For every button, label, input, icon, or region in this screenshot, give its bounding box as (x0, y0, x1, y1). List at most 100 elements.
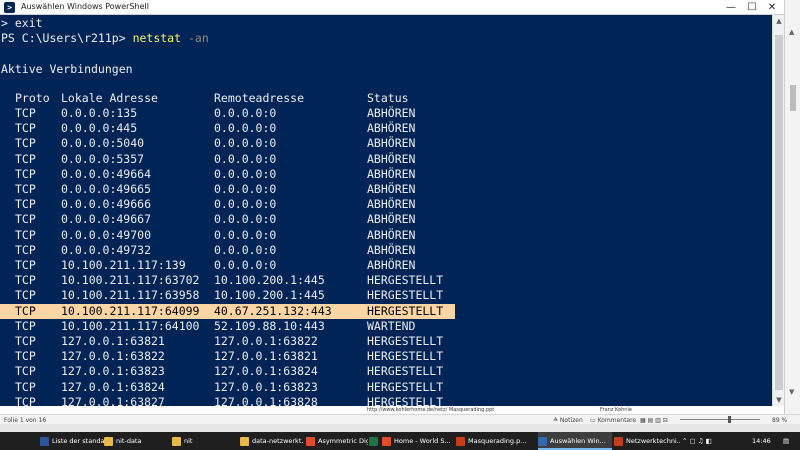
scroll-thumb[interactable] (790, 85, 796, 111)
cell-remote-address: 0.0.0.0:0 (214, 197, 277, 212)
taskbar-item[interactable]: Masquerading.p... (456, 432, 536, 450)
cell-proto: TCP (15, 379, 36, 394)
taskbar-item[interactable]: nit-data (104, 432, 172, 450)
cell-proto: TCP (15, 258, 36, 272)
taskbar-item-label: data-netzwerkt... (252, 437, 304, 445)
cell-remote-address: 127.0.0.1:63822 (214, 334, 318, 348)
table-row: TCP 10.100.211.117:64100 52.109.88.10:443 W… (0, 319, 455, 334)
view-buttons[interactable]: ▦ ▤ ▥ ⊟ (640, 417, 668, 424)
cell-remote-address: 127.0.0.1:63828 (214, 394, 318, 406)
slide-footer-url: http://www.kohlerhome.de/netz/ Masquerad… (367, 407, 495, 413)
taskbar-item[interactable] (369, 432, 381, 450)
scroll-down-arrow-icon[interactable]: ▼ (789, 388, 794, 396)
system-tray-icons[interactable]: ⌃ ▢ ♫ ◧ (682, 432, 712, 450)
cell-remote-address: 0.0.0.0:0 (214, 182, 277, 196)
taskbar-item[interactable]: Liste der standa... (40, 432, 104, 450)
close-button[interactable]: ✕ (757, 0, 787, 15)
cell-local-address: 0.0.0.0:5357 (61, 151, 145, 166)
table-row: TCP 127.0.0.1:63827 127.0.0.1:63828 HERGEST… (0, 395, 455, 406)
cell-status: HERGESTELLT (367, 303, 444, 318)
cell-status: ABHÖREN (367, 136, 416, 151)
cell-proto: TCP (15, 121, 36, 136)
taskbar-item[interactable]: Home - World S... (382, 432, 454, 450)
taskbar-item[interactable]: Asymmetric Dig... (306, 432, 368, 450)
table-row: TCP 127.0.0.1:63823 127.0.0.1:63824 HERGEST… (0, 364, 455, 379)
cell-local-address: 10.100.211.117:63958 (61, 288, 200, 303)
word-icon (40, 436, 49, 446)
cell-local-address: 10.100.211.117:139 (61, 258, 186, 272)
cell-remote-address: 0.0.0.0:0 (214, 151, 277, 166)
chrome-icon (382, 436, 391, 446)
taskbar-item[interactable]: nit (172, 432, 240, 450)
cell-proto: TCP (15, 197, 36, 212)
excel-icon (369, 436, 378, 446)
cell-local-address: 10.100.211.117:64099 (61, 303, 200, 318)
cell-local-address: 0.0.0.0:49667 (61, 212, 152, 227)
previous-command-line: > exit (1, 16, 43, 30)
table-row: TCP 127.0.0.1:63821 127.0.0.1:63822 HERGEST… (0, 334, 455, 349)
cell-local-address: 127.0.0.1:63821 (61, 334, 165, 348)
powerpoint-icon (456, 436, 465, 446)
taskbar-item-label: nit-data (116, 437, 142, 445)
cell-status: ABHÖREN (367, 166, 416, 181)
console-output[interactable]: > exit PS C:\Users\r211p> netstat -an Ak… (0, 15, 772, 406)
powerpoint-icon (614, 436, 623, 446)
cell-status: ABHÖREN (367, 151, 416, 166)
powershell-icon: > (4, 2, 15, 13)
zoom-slider[interactable] (680, 419, 760, 420)
cell-status: HERGESTELLT (367, 394, 444, 406)
title-bar[interactable]: > Auswählen Windows PowerShell — ☐ ✕ (0, 0, 784, 15)
comments-button[interactable]: ▭ Kommentare (590, 417, 636, 424)
column-header-row: Proto Lokale Adresse Remoteadresse Statu… (0, 91, 455, 106)
ribbon-gap (0, 424, 800, 432)
cell-remote-address: 0.0.0.0:0 (214, 212, 277, 227)
column-header-local-address: Lokale Adresse (61, 91, 158, 105)
prompt-line: PS C:\Users\r211p> netstat -an (1, 31, 209, 46)
command-text: netstat (132, 31, 182, 45)
cell-status: HERGESTELLT (367, 273, 444, 288)
table-row: TCP 0.0.0.0:5357 0.0.0.0:0 ABHÖREN (0, 152, 455, 167)
table-row: TCP 127.0.0.1:63822 127.0.0.1:63821 HERGEST… (0, 349, 455, 364)
taskbar-item-label: Netzwerktechni... (626, 437, 680, 445)
taskbar-item[interactable]: Netzwerktechni... (614, 432, 680, 450)
scroll-thumb[interactable] (775, 35, 783, 390)
cell-remote-address: 40.67.251.132:443 (214, 303, 332, 318)
cell-proto: TCP (15, 182, 36, 196)
cell-proto: TCP (15, 394, 36, 406)
notifications-icon[interactable]: ▤ (783, 432, 789, 450)
folder-icon (104, 436, 113, 446)
background-scrollbar[interactable]: ▲ ▼ (784, 0, 800, 424)
zoom-level[interactable]: 89 % (772, 417, 787, 424)
cell-proto: TCP (15, 151, 36, 166)
console-scrollbar[interactable]: ▲ ▼ (772, 15, 784, 406)
command-argument: -an (187, 31, 209, 45)
table-row: TCP 0.0.0.0:49666 0.0.0.0:0 ABHÖREN (0, 197, 455, 212)
cell-proto: TCP (15, 166, 36, 181)
cell-remote-address: 10.100.200.1:445 (214, 288, 325, 303)
cell-remote-address: 0.0.0.0:0 (214, 227, 277, 242)
table-row: TCP 0.0.0.0:135 0.0.0.0:0 ABHÖREN (0, 106, 455, 121)
notes-button[interactable]: ≜ Notizen (553, 417, 583, 424)
cell-proto: TCP (15, 334, 36, 348)
taskbar-item-label: Home - World S... (394, 437, 451, 445)
zoom-slider-handle[interactable] (728, 416, 731, 423)
cell-local-address: 127.0.0.1:63822 (61, 349, 165, 364)
taskbar-item[interactable]: data-netzwerkt... (240, 432, 304, 450)
cell-proto: TCP (15, 136, 36, 151)
cell-remote-address: 0.0.0.0:0 (214, 106, 277, 120)
column-header-status: Status (367, 91, 409, 105)
clock[interactable]: 14:46 (752, 432, 771, 450)
connections-heading: Aktive Verbindungen (1, 62, 133, 76)
prompt: PS C:\Users\r211p> (1, 31, 133, 45)
cell-local-address: 0.0.0.0:5040 (61, 136, 145, 151)
table-row: TCP 0.0.0.0:49664 0.0.0.0:0 ABHÖREN (0, 167, 455, 182)
cell-status: ABHÖREN (367, 242, 416, 257)
taskbar-item[interactable]: Auswählen Win... (538, 432, 612, 450)
cell-remote-address: 0.0.0.0:0 (214, 242, 277, 257)
taskbar-item-label: Liste der standa... (52, 437, 104, 445)
column-header-remote-address: Remoteadresse (214, 91, 305, 105)
scroll-up-arrow-icon[interactable]: ▲ (789, 28, 794, 36)
window-title: Auswählen Windows PowerShell (21, 2, 149, 11)
cell-status: ABHÖREN (367, 258, 416, 272)
slide-footer: http://www.kohlerhome.de/netz/ Masquerad… (340, 406, 784, 414)
